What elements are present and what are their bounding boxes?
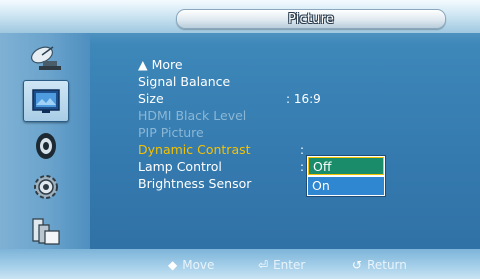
satellite-dish-icon[interactable] <box>28 41 64 75</box>
lamp-control-separator: : <box>300 160 305 174</box>
hint-move-label: Move <box>182 258 215 272</box>
settings-gear-icon[interactable] <box>28 170 64 204</box>
option-off[interactable]: Off <box>308 157 384 175</box>
menu-item-hdmi-black-level: HDMI Black Level <box>138 108 247 123</box>
enter-icon: ⏎ <box>258 258 269 272</box>
return-icon: ↺ <box>352 258 363 272</box>
hint-enter: ⏎ Enter <box>258 257 305 273</box>
sound-speaker-icon[interactable] <box>28 129 64 163</box>
hint-enter-label: Enter <box>273 258 306 272</box>
osd-window: Picture ▲ More Signal Balance Size: 16:… <box>0 0 480 279</box>
hint-move: ◆ Move <box>168 257 214 273</box>
multi-screen-icon[interactable] <box>28 213 64 247</box>
menu-item-brightness-sensor[interactable]: Brightness Sensor <box>138 176 251 192</box>
title-pill: Picture <box>176 9 446 29</box>
menu-panel: ▲ More Signal Balance Size : 16:9 HDMI B… <box>90 33 480 249</box>
menu-item-size[interactable]: Size <box>138 91 164 107</box>
option-on[interactable]: On <box>308 177 384 195</box>
menu-item-lamp-control[interactable]: Lamp Control <box>138 159 222 175</box>
move-icon: ◆ <box>168 258 178 272</box>
page-title: Picture <box>287 11 335 27</box>
category-sidebar <box>0 33 90 249</box>
menu-item-more[interactable]: ▲ More <box>138 57 183 73</box>
title-bar: Picture <box>0 0 480 33</box>
menu-item-dynamic-contrast[interactable]: Dynamic Contrast <box>138 142 251 158</box>
menu-item-signal-balance[interactable]: Signal Balance <box>138 74 230 90</box>
size-value: : 16:9 <box>286 92 321 106</box>
picture-screen-icon[interactable] <box>23 80 69 122</box>
help-bar: ◆ Move ⏎ Enter ↺ Return <box>0 249 480 279</box>
dynamic-contrast-dropdown: Off On <box>306 155 386 197</box>
hint-return: ↺ Return <box>352 257 407 273</box>
dynamic-contrast-separator: : <box>300 143 305 157</box>
hint-return-label: Return <box>367 258 407 272</box>
menu-item-pip-picture: PIP Picture <box>138 125 204 140</box>
